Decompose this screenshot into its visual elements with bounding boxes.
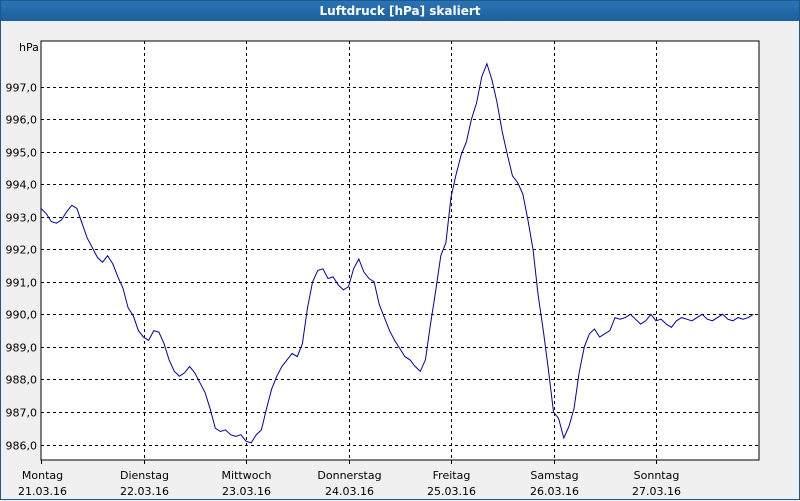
y-axis-unit: hPa (19, 41, 39, 54)
line-chart: 986,0 987,0 988,0 989,0 990,0 991,0 992,0 993,0… (6, 40, 760, 498)
x-tick-day: Dienstag (120, 469, 169, 482)
y-tick-label: 986,0 (6, 440, 38, 453)
x-tick-date: 21.03.16 (18, 485, 67, 498)
chart-window: Luftdruck [hPa] skaliert 986,0 987,0 988,0… (0, 0, 800, 500)
x-tick-date: 24.03.16 (325, 485, 374, 498)
x-tick-date: 27.03.16 (632, 485, 681, 498)
x-tick-day: Samstag (530, 469, 578, 482)
x-tick-day: Donnerstag (317, 469, 381, 482)
y-tick-label: 988,0 (6, 374, 38, 387)
x-tick-date: 26.03.16 (530, 485, 579, 498)
y-tick-label: 990,0 (6, 309, 38, 322)
x-tick-day: Montag (22, 469, 63, 482)
y-tick-label: 987,0 (6, 407, 38, 420)
x-tick-date: 23.03.16 (222, 485, 271, 498)
x-tick-date: 25.03.16 (427, 485, 476, 498)
y-tick-label: 997,0 (6, 82, 38, 95)
y-tick-label: 992,0 (6, 244, 38, 257)
x-tick-day: Sonntag (634, 469, 680, 482)
y-tick-label: 995,0 (6, 147, 38, 160)
y-tick-label: 989,0 (6, 342, 38, 355)
y-tick-label: 993,0 (6, 212, 38, 225)
y-tick-label: 991,0 (6, 277, 38, 290)
x-tick-day: Mittwoch (222, 469, 272, 482)
y-tick-label: 996,0 (6, 114, 38, 127)
x-tick-date: 22.03.16 (120, 485, 169, 498)
plot-area (40, 40, 760, 461)
x-tick-day: Freitag (433, 469, 471, 482)
y-tick-label: 994,0 (6, 179, 38, 192)
